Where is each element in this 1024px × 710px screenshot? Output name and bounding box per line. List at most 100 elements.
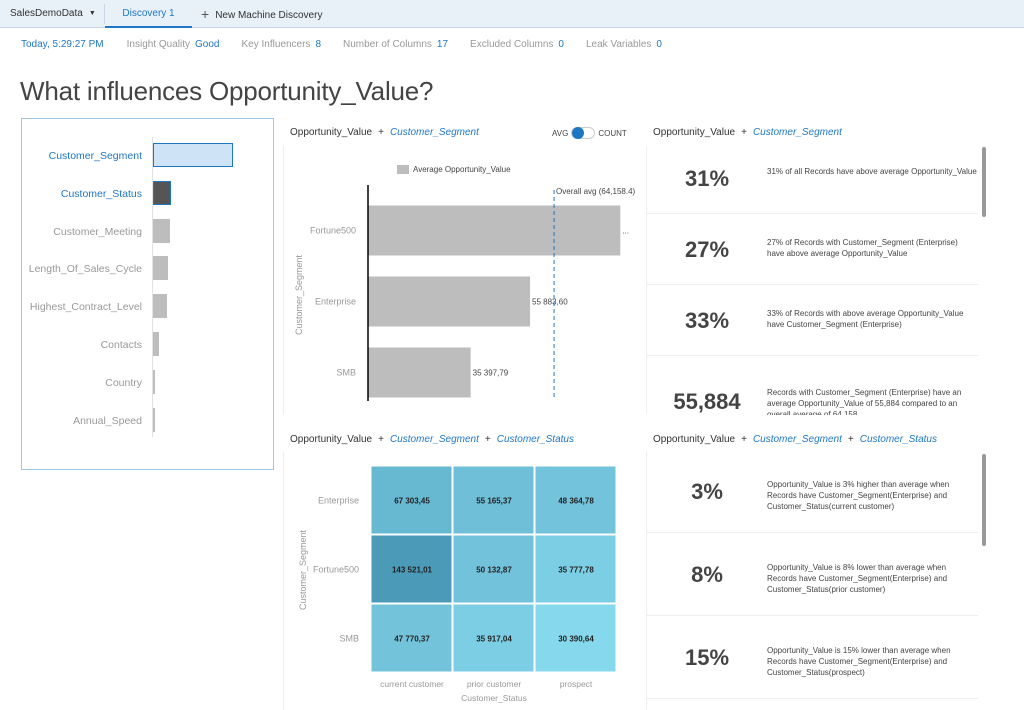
influencer-strength-bar[interactable]	[153, 332, 159, 356]
influencer-label: Customer_Segment	[48, 150, 142, 162]
plus-icon: +	[201, 6, 210, 22]
influencer-strength-bar[interactable]	[153, 369, 155, 394]
cell-value-label: 50 132,87	[476, 566, 512, 575]
cell-value-label: 55 165,37	[476, 497, 512, 506]
toggle-label-avg: AVG	[552, 128, 569, 138]
influencer-strength-bar[interactable]	[153, 256, 169, 281]
header-plus: +	[741, 434, 747, 445]
dataset-dropdown[interactable]: SalesDemoData ▼	[10, 0, 96, 28]
heatmap-svg: Customer_Segment Enterprise 67 303,45 55 16…	[298, 465, 617, 703]
insight-metric: 31%	[684, 165, 730, 191]
influencer-row[interactable]: Customer_Meeting	[22, 218, 274, 245]
insights-top-header: Opportunity_Value + Customer_Segment	[653, 127, 842, 138]
cell-value-label: 35 777,78	[558, 566, 594, 575]
page-title: What influences Opportunity_Value?	[20, 76, 434, 106]
header-plus: +	[484, 434, 491, 445]
column-label: prospect	[560, 679, 593, 689]
insights-bottom-header: Opportunity_Value + Customer_Segment + Custo…	[653, 434, 937, 445]
influencer-strength-bar[interactable]	[153, 294, 168, 319]
insight-description: Records with Customer_Segment (Enterpris…	[767, 387, 962, 416]
insight-card[interactable]: 27% 27% of Records with Customer_Segment …	[647, 214, 978, 285]
insight-metric: 27%	[684, 236, 730, 262]
header-feature-link[interactable]: Customer_Segment	[390, 434, 479, 445]
y-axis-title: Customer_Segment	[298, 529, 308, 610]
insight-metric: 33%	[684, 307, 730, 333]
stat-value[interactable]: 8	[315, 39, 321, 50]
influencer-row[interactable]: Annual_Speed	[22, 407, 274, 434]
stat-label: Excluded Columns	[470, 39, 554, 50]
insight-card[interactable]: 8% Opportunity_Value is 8% lower than ave…	[647, 533, 978, 616]
stat-label: Insight Quality	[126, 39, 191, 50]
influencer-row[interactable]: Customer_Segment	[22, 143, 274, 169]
stat-key-influencers: Key Influencers 8	[242, 39, 322, 53]
stat-label: Number of Columns	[343, 39, 432, 50]
stat-value[interactable]: 0	[656, 39, 662, 50]
y-axis-title: Customer_Segment	[294, 254, 304, 335]
header-target: Opportunity_Value	[290, 434, 373, 445]
influencer-row[interactable]: Highest_Contract_Level	[22, 294, 274, 320]
influencer-row[interactable]: Contacts	[22, 332, 274, 358]
insight-card[interactable]: 31% 31% of all Records have above average…	[647, 143, 978, 214]
segment-bar-chart: Average Opportunity_Value Customer_Segme…	[284, 145, 646, 415]
header-feature-link-2[interactable]: Customer_Status	[497, 434, 574, 445]
value-label: 35 397,79	[473, 369, 509, 378]
header-feature-link[interactable]: Customer_Segment	[753, 434, 842, 445]
header-feature-link[interactable]: Customer_Segment	[753, 127, 842, 138]
insight-card[interactable]: 55,884 Records with Customer_Segment (Ent…	[647, 356, 978, 416]
segment-status-heatmap: Customer_Segment Enterprise 67 303,45 55 16…	[284, 450, 646, 710]
header-feature-link[interactable]: Customer_Segment	[390, 127, 479, 138]
header-feature-link-2[interactable]: Customer_Status	[860, 434, 937, 445]
influencer-row[interactable]: Customer_Status	[22, 180, 274, 207]
header-target: Opportunity_Value	[653, 434, 736, 445]
toggle-label-count: COUNT	[598, 128, 627, 138]
stat-value[interactable]: 0	[558, 39, 564, 50]
value-label: 55 883,60	[532, 298, 568, 307]
influencer-row[interactable]: Country	[22, 369, 274, 396]
tab-discovery-1[interactable]: Discovery 1	[105, 0, 192, 28]
header-plus: +	[378, 434, 384, 445]
timestamp: Today, 5:29:27 PM	[21, 39, 104, 50]
overall-average-label: Overall avg (64,158.4)	[556, 187, 635, 196]
tab-bar: SalesDemoData ▼ Discovery 1 + New Machine …	[0, 0, 1024, 28]
influencer-label: Customer_Status	[60, 187, 142, 200]
stat-value[interactable]: Good	[195, 39, 219, 50]
influencer-strength-bar[interactable]	[153, 143, 233, 167]
avg-count-toggle[interactable]	[571, 127, 596, 139]
influencer-strength-bar[interactable]	[153, 218, 170, 243]
header-plus: +	[847, 434, 854, 445]
influencer-label: Country	[105, 376, 142, 389]
key-influencers-panel: Customer_Segment Customer_Status Customer_…	[21, 118, 274, 470]
insights-bottom-list: 3% Opportunity_Value is 3% higher than av…	[647, 450, 978, 710]
insights-top-scrollbar[interactable]	[982, 147, 986, 217]
influencer-row[interactable]: Length_Of_Sales_Cycle	[22, 256, 274, 282]
insight-description: 27% of Records with Customer_Segment (En…	[767, 237, 958, 258]
column-label: prior customer	[467, 679, 521, 689]
cell-value-label: 35 917,04	[476, 635, 512, 644]
influencer-strength-bar[interactable]	[153, 180, 171, 205]
stat-number-of-columns: Number of Columns 17	[343, 39, 448, 53]
insight-card[interactable]: 15% Opportunity_Value is 15% lower than a…	[647, 616, 978, 699]
insight-metric: 8%	[691, 561, 723, 587]
insights-bottom-scrollbar[interactable]	[982, 454, 986, 546]
insight-description: Opportunity_Value is 3% higher than aver…	[767, 479, 950, 511]
stat-value[interactable]: 17	[437, 39, 448, 50]
cell-value-label: 47 770,37	[394, 635, 430, 644]
influencer-strength-bar[interactable]	[153, 407, 155, 432]
stat-label: Key Influencers	[241, 39, 311, 50]
stat-leak-variables: Leak Variables 0	[586, 39, 662, 53]
toggle-knob	[572, 127, 585, 139]
row-label: SMB	[339, 634, 359, 644]
row-label: Fortune500	[313, 565, 359, 575]
stats-bar: Today, 5:29:27 PM Insight Quality Good Ke…	[21, 39, 684, 53]
influencer-label: Highest_Contract_Level	[29, 301, 142, 314]
cell-value-label: 30 390,64	[558, 635, 594, 644]
cell-value-label: 67 303,45	[394, 497, 430, 506]
insight-metric: 55,884	[673, 388, 741, 414]
insight-card[interactable]: 33% 33% of Records with above average Opp…	[647, 285, 978, 356]
insight-metric: 3%	[691, 478, 723, 504]
header-target: Opportunity_Value	[290, 127, 373, 138]
insight-card[interactable]: 3% Opportunity_Value is 3% higher than av…	[647, 450, 978, 533]
stat-insight-quality: Insight Quality Good	[127, 39, 220, 53]
new-machine-discovery-tab[interactable]: + New Machine Discovery	[201, 0, 322, 28]
cell-value-label: 48 364,78	[558, 497, 594, 506]
